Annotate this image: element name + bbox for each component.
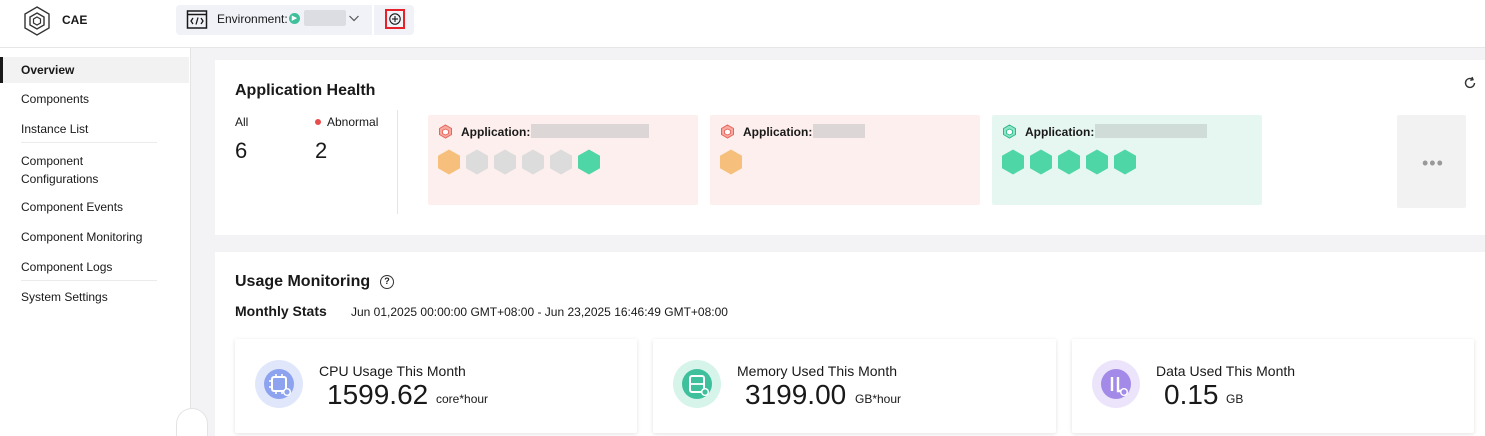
memory-usage-label: Memory Used This Month [737, 363, 898, 379]
cpu-usage-label: CPU Usage This Month [319, 363, 466, 379]
sidebar-item-component-configurations[interactable]: Component Configurations [0, 152, 150, 188]
application-card[interactable]: Application: [428, 115, 698, 205]
code-window-icon [186, 10, 208, 29]
stats-date-range: Jun 01,2025 00:00:00 GMT+08:00 - Jun 23,… [351, 305, 728, 319]
all-label: All [235, 115, 249, 129]
divider [21, 280, 157, 281]
application-card[interactable]: Application: [992, 115, 1262, 205]
usage-monitoring-title: Usage Monitoring [235, 273, 371, 290]
refresh-icon[interactable] [1463, 76, 1477, 90]
help-icon[interactable]: ? [380, 275, 394, 289]
data-usage-value: 0.15 [1164, 379, 1219, 410]
environment-value-redacted [304, 10, 346, 26]
data-usage-label: Data Used This Month [1156, 363, 1296, 379]
instance-hex-healthy[interactable] [1112, 149, 1138, 175]
application-card[interactable]: Application: [710, 115, 980, 205]
instance-hex-stopped[interactable] [520, 149, 546, 175]
sidebar-item-system-settings[interactable]: System Settings [0, 290, 189, 304]
environment-label: Environment: [217, 12, 288, 26]
chevron-down-icon [349, 15, 359, 22]
instance-hex-stopped[interactable] [548, 149, 574, 175]
sidebar: Overview Components Instance List Compon… [0, 48, 191, 436]
cpu-icon [255, 360, 303, 408]
application-health-title: Application Health [235, 82, 376, 99]
instance-hex-healthy[interactable] [576, 149, 602, 175]
cpu-usage-unit: core*hour [436, 392, 489, 406]
add-environment-button[interactable] [374, 5, 414, 35]
all-count: 6 [235, 138, 248, 163]
monthly-stats-label: Monthly Stats [235, 303, 327, 319]
memory-usage-value: 3199.00 [745, 379, 847, 410]
application-cube-icon [721, 124, 734, 139]
instance-hex-healthy[interactable] [1056, 149, 1082, 175]
abnormal-dot-icon [315, 119, 321, 125]
environment-status-icon: ▶ [289, 13, 300, 24]
memory-icon [673, 360, 721, 408]
application-label: Application: [743, 125, 813, 139]
sidebar-item-component-events[interactable]: Component Events [0, 200, 189, 214]
instance-hex-stopped[interactable] [464, 149, 490, 175]
instance-hex-stopped[interactable] [492, 149, 518, 175]
sidebar-item-component-monitoring[interactable]: Component Monitoring [0, 230, 189, 244]
usage-monitoring-card: Usage Monitoring ? Monthly Stats Jun 01,… [215, 252, 1485, 436]
sidebar-item-instance-list[interactable]: Instance List [0, 122, 189, 136]
application-name-redacted [531, 124, 649, 138]
environment-selector[interactable]: Environment: ▶ [176, 5, 372, 35]
data-icon [1092, 360, 1140, 408]
divider [21, 142, 157, 143]
app-name: CAE [62, 13, 88, 27]
abnormal-label: Abnormal [327, 115, 379, 129]
sidebar-item-component-logs[interactable]: Component Logs [0, 260, 189, 274]
data-usage-card: Data Used This Month 0.15 GB [1072, 339, 1474, 433]
application-label: Application: [461, 125, 531, 139]
memory-usage-card: Memory Used This Month 3199.00 GB*hour [653, 339, 1056, 433]
application-health-card: Application Health All 6 Abnormal 2 Appl… [215, 60, 1485, 235]
data-usage-unit: GB [1226, 392, 1244, 406]
divider [397, 110, 398, 214]
abnormal-count: 2 [315, 138, 328, 163]
instance-hex-healthy[interactable] [1000, 149, 1026, 175]
application-cube-icon [439, 124, 452, 139]
cae-logo-icon [24, 6, 50, 36]
abnormal-label-wrap: Abnormal [315, 115, 378, 129]
application-label: Application: [1025, 125, 1095, 139]
cpu-usage-value: 1599.62 [327, 379, 429, 410]
application-name-redacted [813, 124, 865, 138]
plus-circle-icon [389, 13, 401, 25]
instance-hex-warning[interactable] [436, 149, 462, 175]
cpu-usage-card: CPU Usage This Month 1599.62 core*hour [235, 339, 637, 433]
memory-usage-unit: GB*hour [855, 392, 902, 406]
sidebar-item-components[interactable]: Components [0, 92, 189, 106]
instance-hex-healthy[interactable] [1084, 149, 1110, 175]
application-name-redacted [1095, 124, 1207, 138]
more-icon: ••• [1422, 153, 1444, 173]
instance-hex-healthy[interactable] [1028, 149, 1054, 175]
application-cube-icon [1003, 124, 1016, 139]
more-applications-button[interactable]: ••• [1397, 115, 1466, 208]
add-environment-highlight [385, 9, 405, 29]
instance-hex-warning[interactable] [718, 149, 744, 175]
top-bar: CAE Environment: ▶ [0, 0, 1485, 48]
sidebar-collapse-handle[interactable] [176, 408, 208, 436]
sidebar-item-overview[interactable]: Overview [0, 57, 189, 83]
